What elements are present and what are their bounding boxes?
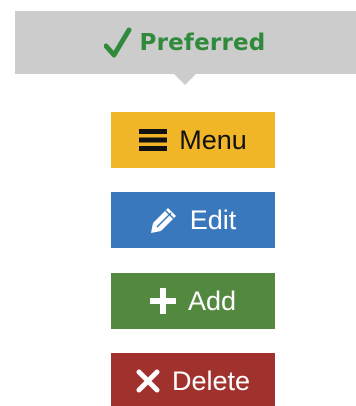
add-button[interactable]: Add xyxy=(111,273,275,329)
menu-button[interactable]: Menu xyxy=(111,112,275,168)
preferred-banner-content: Preferred xyxy=(103,27,266,59)
check-icon xyxy=(103,27,132,57)
banner-pointer xyxy=(174,74,196,85)
plus-icon xyxy=(149,288,176,314)
menu-button-label: Menu xyxy=(179,124,247,155)
hamburger-icon xyxy=(139,129,168,151)
edit-button-label: Edit xyxy=(189,204,237,235)
delete-button-label: Delete xyxy=(171,365,251,396)
preferred-banner: Preferred xyxy=(15,11,356,74)
x-icon xyxy=(136,369,160,393)
pencil-icon xyxy=(150,208,176,233)
preferred-label: Preferred xyxy=(139,29,266,56)
stage: Preferred Menu Edit Add Delete xyxy=(0,0,356,406)
edit-button[interactable]: Edit xyxy=(111,192,275,248)
add-button-label: Add xyxy=(187,285,237,316)
delete-button[interactable]: Delete xyxy=(111,353,275,406)
